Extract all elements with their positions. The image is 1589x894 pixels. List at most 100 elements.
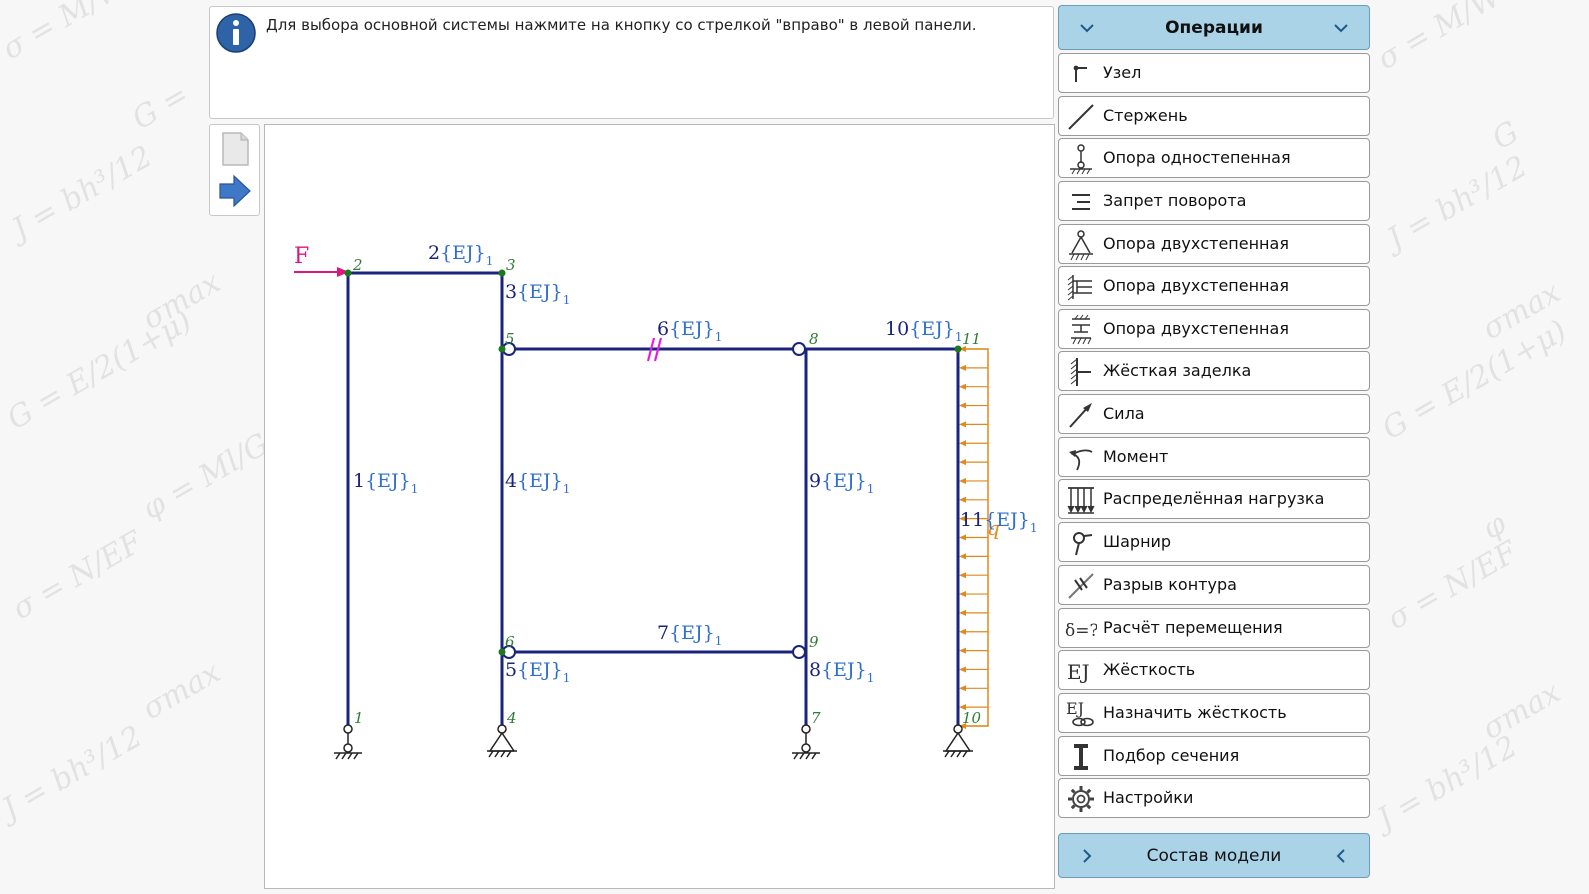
arrow-right-icon [219, 174, 251, 208]
hinge-icon [1073, 532, 1093, 556]
node-icon [1073, 65, 1087, 82]
op-node[interactable]: Узел [1058, 53, 1370, 93]
svg-text:σ = M/W: σ = M/W [0, 0, 134, 67]
op-displacement[interactable]: δ=? Расчёт перемещения [1058, 608, 1370, 648]
load-arrow [959, 647, 988, 654]
node-dot-11[interactable] [954, 345, 962, 353]
load-arrow [959, 496, 988, 503]
svg-text:σ = M/W: σ = M/W [1372, 0, 1509, 77]
op-hinge[interactable]: Шарнир [1058, 522, 1370, 562]
op-support-pin[interactable]: Опора двухстепенная [1058, 224, 1370, 264]
op-section[interactable]: Подбор сечения [1058, 736, 1370, 776]
op-support-single-label: Опора одностепенная [1103, 148, 1291, 167]
model-composition-title: Состав модели [1146, 845, 1282, 866]
op-support-wall[interactable]: Опора двухстепенная [1058, 266, 1370, 306]
support-node-10[interactable] [943, 724, 973, 758]
node-dot-2[interactable] [344, 269, 352, 277]
load-arrow [959, 591, 988, 598]
node-label-4: 4 [506, 709, 517, 727]
svg-text:σmax: σmax [137, 655, 227, 727]
op-rotation-lock[interactable]: Запрет поворота [1058, 181, 1370, 221]
support-node-1[interactable] [334, 724, 362, 760]
rod-label-2: 2{EJ}1 [428, 242, 493, 268]
node-label-2: 2 [352, 256, 363, 274]
fixed-support-icon [1070, 358, 1091, 386]
op-force[interactable]: Сила [1058, 394, 1370, 434]
chevron-left-icon [1336, 849, 1345, 863]
op-distributed-load[interactable]: Распределённая нагрузка [1058, 479, 1370, 519]
op-node-label: Узел [1103, 63, 1142, 82]
load-arrow [959, 609, 988, 616]
new-document-button[interactable] [218, 131, 252, 167]
frame-scheme[interactable]: F q 1 2 3 4 5 6 7 8 9 10 11 1{EJ}1 2{EJ}… [265, 125, 1054, 888]
op-support-single[interactable]: Опора одностепенная [1058, 138, 1370, 178]
svg-text:G =: G = [127, 77, 195, 137]
op-distributed-load-label: Распределённая нагрузка [1103, 489, 1325, 508]
op-contour-break[interactable]: Разрыв контура [1058, 565, 1370, 605]
load-arrow [959, 534, 988, 541]
svg-text:σmax: σmax [1477, 675, 1567, 747]
chevron-right-icon [1083, 849, 1092, 863]
op-support-slide[interactable]: Опора двухстепенная [1058, 309, 1370, 349]
load-arrow [959, 553, 988, 560]
stiffness-icon: EJ [1067, 660, 1090, 684]
next-step-button[interactable] [218, 173, 252, 209]
node-label-8: 8 [809, 330, 819, 348]
rod-label-6: 6{EJ}1 [657, 318, 722, 344]
support-single-icon [1070, 144, 1092, 175]
op-assign-stiffness[interactable]: EJ Назначить жёсткость [1058, 693, 1370, 733]
section-icon [1074, 744, 1088, 770]
force-label: F [294, 244, 309, 269]
node-label-11: 11 [962, 330, 981, 348]
contour-break-icon [1068, 573, 1094, 599]
rod-label-7: 7{EJ}1 [657, 622, 722, 648]
op-fixed-support-label: Жёсткая заделка [1103, 361, 1252, 380]
distributed-load [958, 346, 989, 729]
op-assign-stiffness-label: Назначить жёсткость [1103, 703, 1287, 722]
op-rod-label: Стержень [1103, 106, 1188, 125]
hinge-9[interactable] [792, 645, 806, 659]
rod-label-1: 1{EJ}1 [353, 470, 418, 496]
op-moment-label: Момент [1103, 447, 1169, 466]
load-arrow [959, 421, 988, 428]
op-hinge-label: Шарнир [1103, 532, 1172, 551]
op-section-label: Подбор сечения [1103, 746, 1240, 765]
load-arrow [959, 685, 988, 692]
moment-icon [1069, 449, 1093, 471]
hinge-8[interactable] [792, 342, 806, 356]
op-settings[interactable]: Настройки [1058, 778, 1370, 818]
distributed-load-icon [1067, 487, 1095, 514]
op-support-pin-label: Опора двухстепенная [1103, 234, 1289, 253]
drawing-canvas[interactable]: F q 1 2 3 4 5 6 7 8 9 10 11 1{EJ}1 2{EJ}… [264, 124, 1055, 889]
support-node-4[interactable] [487, 724, 517, 758]
node-dot-3[interactable] [498, 269, 506, 277]
rod-label-3: 3{EJ}1 [505, 281, 570, 307]
op-rotation-lock-label: Запрет поворота [1103, 191, 1247, 210]
svg-text:EJ: EJ [1066, 699, 1084, 718]
load-arrow [959, 383, 988, 390]
svg-text:J = bh³/12: J = bh³/12 [1, 139, 158, 250]
op-stiffness[interactable]: EJ Жёсткость [1058, 650, 1370, 690]
op-rod[interactable]: Стержень [1058, 96, 1370, 136]
operations-header[interactable]: Операции [1058, 5, 1370, 50]
support-node-7[interactable] [792, 724, 820, 760]
tool-panel [209, 124, 260, 216]
new-document-icon [222, 132, 249, 166]
svg-text:J = bh³/12: J = bh³/12 [1376, 149, 1533, 260]
op-stiffness-label: Жёсткость [1103, 660, 1196, 679]
rod-icon [1068, 104, 1094, 130]
op-moment[interactable]: Момент [1058, 437, 1370, 477]
chevron-down-icon [1080, 24, 1094, 33]
rotation-lock-icon [1072, 194, 1090, 210]
support-wall-icon [1067, 275, 1092, 301]
node-label-7: 7 [811, 709, 821, 727]
node-label-6: 6 [505, 633, 515, 651]
load-arrow [959, 477, 988, 484]
model-composition-header[interactable]: Состав модели [1058, 833, 1370, 878]
load-arrow [959, 628, 988, 635]
load-arrow [959, 572, 988, 579]
op-displacement-label: Расчёт перемещения [1103, 618, 1283, 637]
node-label-1: 1 [354, 709, 364, 727]
op-fixed-support[interactable]: Жёсткая заделка [1058, 351, 1370, 391]
info-panel: Для выбора основной системы нажмите на к… [209, 6, 1054, 119]
